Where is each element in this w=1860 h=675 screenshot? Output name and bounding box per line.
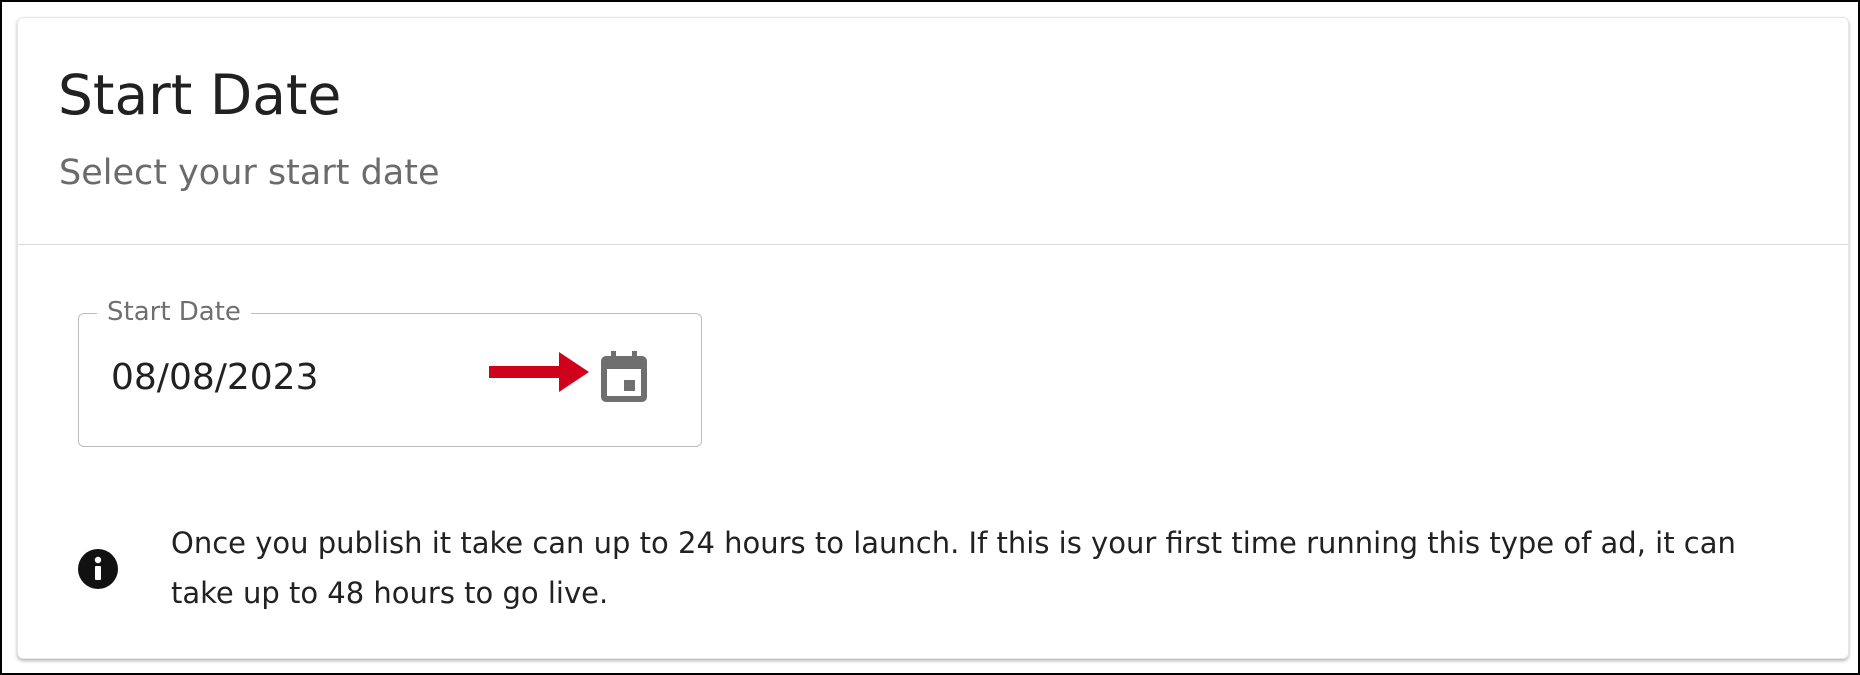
right-arrow-icon bbox=[489, 352, 589, 392]
card-title: Start Date bbox=[58, 63, 342, 127]
calendar-button[interactable] bbox=[597, 350, 651, 404]
start-date-input[interactable]: 08/08/2023 bbox=[111, 356, 319, 400]
calendar-icon bbox=[601, 351, 647, 402]
start-date-label: Start Date bbox=[97, 295, 251, 329]
card-header: Start Date Select your start date bbox=[18, 18, 1848, 245]
card-subtitle: Select your start date bbox=[59, 153, 440, 193]
info-message: Once you publish it take can up to 24 ho… bbox=[78, 518, 1778, 628]
start-date-field[interactable]: Start Date 08/08/2023 bbox=[78, 295, 702, 447]
info-icon bbox=[78, 549, 118, 589]
screenshot-frame: Start Date Select your start date Start … bbox=[0, 0, 1860, 675]
start-date-card: Start Date Select your start date Start … bbox=[17, 17, 1849, 659]
info-text: Once you publish it take can up to 24 ho… bbox=[171, 526, 1736, 610]
